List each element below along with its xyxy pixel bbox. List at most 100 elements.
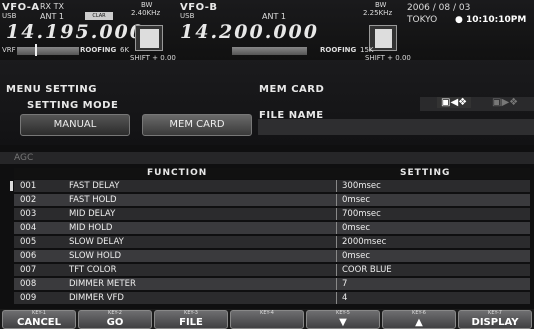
row-function: TFT COLOR [69, 265, 117, 275]
row-setting: 4 [342, 293, 348, 303]
row-setting: 300msec [342, 181, 381, 191]
table-row[interactable]: 006 SLOW HOLD 0msec [14, 250, 530, 262]
vfo-a-frequency: 14.195.000 [6, 21, 145, 43]
function-key-4[interactable]: KEY-4 [230, 310, 304, 329]
function-key-5[interactable]: KEY-5 ▼ [306, 310, 380, 329]
table-header [14, 168, 530, 179]
key-label: ▲ [415, 317, 423, 328]
column-divider [336, 264, 337, 276]
table-row[interactable]: 004 MID HOLD 0msec [14, 222, 530, 234]
vfo-a-mode: USB [2, 12, 17, 20]
memcard-mode-button[interactable]: MEM CARD [142, 114, 252, 136]
row-number: 008 [20, 279, 37, 289]
row-setting: 0msec [342, 223, 371, 233]
table-row[interactable]: 008 DIMMER METER 7 [14, 278, 530, 290]
key-label: CANCEL [17, 317, 61, 328]
table-row[interactable]: 002 FAST HOLD 0msec [14, 194, 530, 206]
column-divider [336, 180, 337, 192]
row-function: SLOW HOLD [69, 251, 121, 261]
vfo-a-bw-label: BW [141, 1, 153, 9]
row-function: DIMMER METER [69, 279, 136, 289]
vfo-a-shift: SHIFT + 0.00 [130, 54, 176, 62]
vfo-b-mode: USB [180, 12, 195, 20]
row-number: 001 [20, 181, 37, 191]
vfo-a-antenna: ANT 1 [40, 12, 64, 21]
row-function: DIMMER VFD [69, 293, 124, 303]
vfo-b-frequency: 14.200.000 [180, 21, 319, 43]
vfo-a-bw-value: 2.40KHz [131, 9, 161, 17]
manual-mode-button[interactable]: MANUAL [20, 114, 130, 136]
column-divider [336, 222, 337, 234]
group-label: AGC [14, 153, 34, 163]
key-label: GO [106, 317, 124, 328]
row-setting: 0msec [342, 251, 371, 261]
row-number: 006 [20, 251, 37, 261]
key-number: KEY-3 [184, 310, 198, 316]
table-row[interactable]: 005 SLOW DELAY 2000msec [14, 236, 530, 248]
table-row[interactable]: 009 DIMMER VFD 4 [14, 292, 530, 304]
row-number: 002 [20, 195, 37, 205]
setting-column-header: SETTING [400, 168, 451, 178]
group-bar [0, 152, 534, 164]
table-row[interactable]: 001 FAST DELAY 300msec [14, 180, 530, 192]
row-cursor [10, 181, 13, 191]
vfo-a-roofing-label: ROOFING [80, 46, 117, 54]
memcard-title: MEM CARD [259, 84, 325, 95]
row-number: 003 [20, 209, 37, 219]
column-divider [336, 236, 337, 248]
key-number: KEY-6 [412, 310, 426, 316]
function-column-header: FUNCTION [147, 168, 208, 178]
vrf-marker [35, 44, 37, 56]
row-function: MID HOLD [69, 223, 113, 233]
row-number: 007 [20, 265, 37, 275]
key-number: KEY-4 [260, 310, 274, 316]
load-from-card-icon[interactable]: ▣▶❖ [492, 97, 518, 108]
column-divider [336, 278, 337, 290]
table-row[interactable]: 003 MID DELAY 700msec [14, 208, 530, 220]
function-key-7[interactable]: KEY-7 DISPLAY [458, 310, 532, 329]
row-function: FAST DELAY [69, 181, 120, 191]
file-name-input[interactable] [258, 119, 534, 135]
key-number: KEY-1 [32, 310, 46, 316]
key-number: KEY-2 [108, 310, 122, 316]
key-label: DISPLAY [471, 317, 519, 328]
menu-setting-title: MENU SETTING [6, 84, 97, 95]
row-setting: 2000msec [342, 237, 387, 247]
vfo-b-bar [232, 47, 307, 55]
table-row[interactable]: 007 TFT COLOR COOR BLUE [14, 264, 530, 276]
key-number: KEY-7 [488, 310, 502, 316]
row-number: 005 [20, 237, 37, 247]
function-key-1[interactable]: KEY-1 CANCEL [2, 310, 76, 329]
column-divider [336, 250, 337, 262]
vfo-b-roofing-label: ROOFING [320, 46, 357, 54]
function-key-2[interactable]: KEY-2 GO [78, 310, 152, 329]
row-setting: 0msec [342, 195, 371, 205]
vrf-bar [17, 47, 79, 55]
vfo-b-roofing-value: 15K [360, 46, 374, 54]
function-key-3[interactable]: KEY-3 FILE [154, 310, 228, 329]
vfo-a-roofing-value: 6K [120, 46, 130, 54]
vfo-b-bw-label: BW [375, 1, 387, 9]
vfo-b-bw-value: 2.25KHz [363, 9, 393, 17]
column-divider [336, 194, 337, 206]
function-key-6[interactable]: KEY-6 ▲ [382, 310, 456, 329]
row-setting: COOR BLUE [342, 265, 392, 275]
row-setting: 7 [342, 279, 348, 289]
save-to-card-icon[interactable]: ▣◀❖ [437, 97, 472, 108]
row-number: 009 [20, 293, 37, 303]
clock-time: ● 10:10:10PM [455, 15, 527, 25]
row-setting: 700msec [342, 209, 381, 219]
key-number: KEY-5 [336, 310, 350, 316]
row-number: 004 [20, 223, 37, 233]
city-display: TOKYO [407, 15, 438, 25]
vfo-a-rxtx: RX TX [40, 2, 64, 11]
row-function: MID DELAY [69, 209, 116, 219]
vrf-label: VRF [2, 46, 16, 54]
row-function: SLOW DELAY [69, 237, 124, 247]
setting-mode-label: SETTING MODE [27, 100, 119, 111]
column-divider [336, 292, 337, 304]
clar-badge: CLAR [85, 12, 113, 20]
vfo-b-shift: SHIFT + 0.00 [365, 54, 411, 62]
vfo-a-bandwidth-graphic [135, 25, 163, 51]
key-label: FILE [179, 317, 203, 328]
